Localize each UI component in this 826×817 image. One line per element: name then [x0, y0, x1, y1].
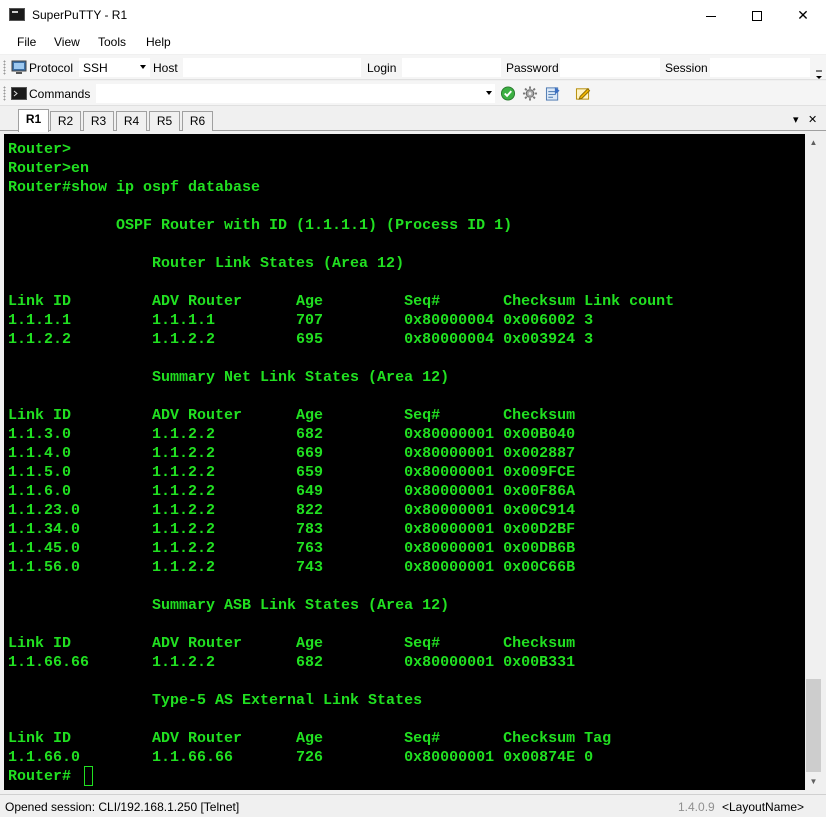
tab-r6[interactable]: R6 — [182, 111, 213, 131]
tab-close-icon[interactable]: ✕ — [808, 113, 817, 126]
send-command-icon[interactable] — [500, 86, 516, 101]
close-button[interactable]: ✕ — [780, 0, 826, 31]
script-icon[interactable] — [545, 86, 561, 101]
terminal-scrollbar[interactable]: ▲ ▼ — [805, 134, 822, 790]
computer-icon — [11, 60, 27, 74]
command-input[interactable] — [96, 84, 495, 103]
commands-toolbar: Commands — [0, 81, 826, 106]
terminal-line: 1.1.45.0 1.1.2.2 763 0x80000001 0x00DB6B — [8, 540, 576, 557]
terminal-line: Link ID ADV Router Age Seq# Checksum — [8, 407, 576, 424]
window-title: SuperPuTTY - R1 — [32, 8, 128, 22]
session-label: Session — [665, 61, 708, 75]
status-message: Opened session: CLI/192.168.1.250 [Telne… — [5, 800, 240, 814]
terminal-line: Router#show ip ospf database — [8, 179, 261, 196]
chevron-down-icon — [140, 65, 146, 69]
maximize-button[interactable] — [734, 0, 780, 31]
menu-file[interactable]: File — [17, 35, 36, 49]
tab-label: R4 — [123, 114, 140, 128]
title-bar: SuperPuTTY - R1 ✕ — [0, 0, 826, 31]
terminal-line: 1.1.56.0 1.1.2.2 743 0x80000001 0x00C66B — [8, 559, 576, 576]
terminal-output[interactable]: Router> Router>en Router#show ip ospf data… — [4, 134, 805, 790]
menu-tools[interactable]: Tools — [98, 35, 126, 49]
terminal-line: 1.1.3.0 1.1.2.2 682 0x80000001 0x00B040 — [8, 426, 576, 443]
tab-label: R2 — [57, 114, 74, 128]
terminal-line: Router Link States (Area 12) — [8, 255, 405, 272]
connection-toolbar: Protocol SSH Host Login Password Session — [0, 55, 826, 80]
minimize-button[interactable] — [688, 0, 734, 31]
gear-icon[interactable] — [522, 86, 538, 101]
toolbar-grip[interactable] — [3, 86, 6, 101]
tab-label: R1 — [25, 112, 42, 126]
terminal-line: 1.1.66.0 1.1.66.66 726 0x80000001 0x0087… — [8, 749, 594, 766]
terminal-line: Router> — [8, 141, 72, 158]
menu-view[interactable]: View — [54, 35, 80, 49]
terminal-line: 1.1.23.0 1.1.2.2 822 0x80000001 0x00C914 — [8, 502, 576, 519]
version-label: 1.4.0.9 — [678, 800, 715, 814]
terminal-line: 1.1.4.0 1.1.2.2 669 0x80000001 0x002887 — [8, 445, 576, 462]
protocol-value: SSH — [83, 61, 108, 75]
terminal-line: Type-5 AS External Link States — [8, 692, 423, 709]
login-label: Login — [367, 61, 397, 75]
terminal-line: 1.1.34.0 1.1.2.2 783 0x80000001 0x00D2BF — [8, 521, 576, 538]
tab-r1[interactable]: R1 — [18, 109, 49, 132]
terminal-line: 1.1.2.2 1.1.2.2 695 0x80000004 0x003924 … — [8, 331, 594, 348]
tab-label: R6 — [189, 114, 206, 128]
terminal-line: Summary ASB Link States (Area 12) — [8, 597, 450, 614]
tab-label: R5 — [156, 114, 173, 128]
password-label: Password — [506, 61, 559, 75]
terminal-line: Link ID ADV Router Age Seq# Checksum — [8, 635, 576, 652]
session-input[interactable] — [710, 58, 810, 77]
scroll-down-icon[interactable]: ▼ — [805, 773, 822, 790]
edit-icon[interactable] — [575, 86, 591, 101]
login-input[interactable] — [402, 58, 501, 77]
terminal-line: Summary Net Link States (Area 12) — [8, 369, 450, 386]
chevron-down-icon[interactable] — [486, 91, 492, 95]
terminal-line: Link ID ADV Router Age Seq# Checksum Tag — [8, 730, 612, 747]
status-bar: Opened session: CLI/192.168.1.250 [Telne… — [0, 794, 826, 817]
password-input[interactable] — [560, 58, 660, 77]
tab-label: R3 — [90, 114, 107, 128]
tab-r5[interactable]: R5 — [149, 111, 180, 131]
tab-r4[interactable]: R4 — [116, 111, 147, 131]
scroll-up-icon[interactable]: ▲ — [805, 134, 822, 151]
menu-help[interactable]: Help — [146, 35, 171, 49]
host-input[interactable] — [183, 58, 361, 77]
terminal-line: Link ID ADV Router Age Seq# Checksum Lin… — [8, 293, 675, 310]
menu-bar: File View Tools Help — [0, 31, 826, 54]
terminal-app-icon — [9, 8, 25, 21]
toolbar-overflow-icon[interactable] — [814, 67, 824, 82]
tab-list-icon[interactable]: ▾ — [793, 113, 799, 126]
terminal-line: 1.1.5.0 1.1.2.2 659 0x80000001 0x009FCE — [8, 464, 576, 481]
terminal-line: Router>en — [8, 160, 90, 177]
layout-name[interactable]: <LayoutName> — [722, 800, 804, 814]
terminal-line: Router# — [8, 768, 72, 785]
scroll-thumb[interactable] — [806, 679, 821, 772]
terminal-line: 1.1.1.1 1.1.1.1 707 0x80000004 0x006002 … — [8, 312, 594, 329]
protocol-label: Protocol — [29, 61, 74, 75]
close-icon: ✕ — [797, 7, 809, 23]
tab-r2[interactable]: R2 — [50, 111, 81, 131]
console-icon — [11, 87, 27, 100]
host-label: Host — [153, 61, 178, 75]
tab-r3[interactable]: R3 — [83, 111, 114, 131]
toolbar-grip[interactable] — [3, 60, 6, 75]
terminal-cursor — [84, 766, 93, 786]
terminal-line: 1.1.66.66 1.1.2.2 682 0x80000001 0x00B33… — [8, 654, 576, 671]
minimize-icon — [706, 15, 716, 17]
commands-label: Commands — [29, 87, 91, 101]
session-tabs: R1 R2 R3 R4 R5 R6 ▾ ✕ — [0, 107, 826, 132]
maximize-icon — [752, 11, 762, 22]
terminal-line: OSPF Router with ID (1.1.1.1) (Process I… — [8, 217, 513, 234]
terminal-line: 1.1.6.0 1.1.2.2 649 0x80000001 0x00F86A — [8, 483, 576, 500]
